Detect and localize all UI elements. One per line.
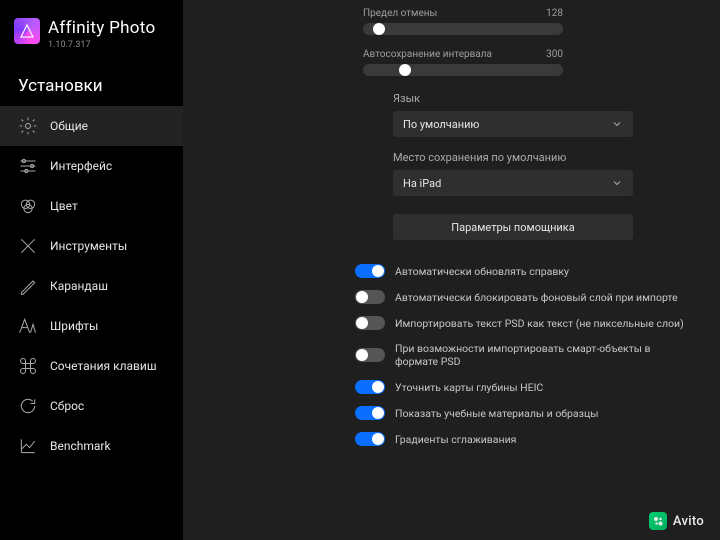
helper-params-button[interactable]: Параметры помощника <box>393 214 633 240</box>
chart-icon <box>18 436 38 456</box>
toggle-label: Уточнить карты глубины HEIC <box>395 381 543 394</box>
watermark: Avito <box>649 512 704 530</box>
sidebar-item-label: Интерфейс <box>50 159 112 173</box>
sidebar-item-label: Сброс <box>50 399 84 413</box>
toggles-list: Автоматически обновлять справку Автомати… <box>355 264 690 446</box>
toggle-import-psd-text[interactable]: Импортировать текст PSD как текст (не пи… <box>355 316 690 330</box>
sidebar-item-color[interactable]: Цвет <box>0 186 183 226</box>
sidebar-item-label: Benchmark <box>50 439 111 453</box>
venn-icon <box>18 196 38 216</box>
sidebar-item-interface[interactable]: Интерфейс <box>0 146 183 186</box>
switch-icon[interactable] <box>355 406 385 420</box>
switch-icon[interactable] <box>355 264 385 278</box>
chevron-down-icon <box>611 118 623 130</box>
tools-icon <box>18 236 38 256</box>
section-title: Установки <box>0 76 183 96</box>
brand-block: Affinity Photo 1.10.7.317 <box>0 18 183 50</box>
slider-value: 300 <box>546 49 563 60</box>
autosave-interval-slider[interactable] <box>363 64 563 76</box>
fonts-icon <box>18 316 38 336</box>
select-value: По умолчанию <box>403 118 479 131</box>
language-select[interactable]: По умолчанию <box>393 111 633 137</box>
switch-icon[interactable] <box>355 432 385 446</box>
autosave-interval-row: Автосохранение интервала 300 <box>363 49 690 76</box>
undo-limit-slider[interactable] <box>363 23 563 35</box>
save-location-select[interactable]: На iPad <box>393 170 633 196</box>
switch-icon[interactable] <box>355 290 385 304</box>
app-version: 1.10.7.317 <box>48 40 155 50</box>
sidebar-item-tools[interactable]: Инструменты <box>0 226 183 266</box>
toggle-smooth-gradients[interactable]: Градиенты сглаживания <box>355 432 690 446</box>
toggle-label: При возможности импортировать смарт-объе… <box>395 342 690 368</box>
sidebar-nav: Общие Интерфейс Цвет Инструменты Каранда… <box>0 106 183 466</box>
avito-logo-icon <box>649 512 667 530</box>
sidebar-item-benchmark[interactable]: Benchmark <box>0 426 183 466</box>
slider-value: 128 <box>546 8 563 19</box>
switch-icon[interactable] <box>355 348 385 362</box>
language-label: Язык <box>393 92 690 105</box>
pencil-icon <box>18 276 38 296</box>
sidebar-item-reset[interactable]: Сброс <box>0 386 183 426</box>
slider-label: Предел отмены <box>363 8 437 19</box>
sidebar-item-label: Шрифты <box>50 319 98 333</box>
refresh-icon <box>18 396 38 416</box>
gear-icon <box>18 116 38 136</box>
chevron-down-icon <box>611 177 623 189</box>
toggle-label: Импортировать текст PSD как текст (не пи… <box>395 317 684 330</box>
switch-icon[interactable] <box>355 380 385 394</box>
sidebar-item-general[interactable]: Общие <box>0 106 183 146</box>
toggle-label: Показать учебные материалы и образцы <box>395 407 598 420</box>
undo-limit-row: Предел отмены 128 <box>363 8 690 35</box>
sidebar-item-label: Карандаш <box>50 279 108 293</box>
brand-text: Affinity Photo 1.10.7.317 <box>48 18 155 50</box>
sliders-icon <box>18 156 38 176</box>
sidebar-item-label: Общие <box>50 119 88 133</box>
sidebar-item-pencil[interactable]: Карандаш <box>0 266 183 306</box>
toggle-heic-depth-maps[interactable]: Уточнить карты глубины HEIC <box>355 380 690 394</box>
sidebar: Affinity Photo 1.10.7.317 Установки Общи… <box>0 0 183 540</box>
app-logo-icon <box>14 18 40 44</box>
sidebar-item-label: Цвет <box>50 199 78 213</box>
toggle-label: Автоматически обновлять справку <box>395 265 569 278</box>
slider-label: Автосохранение интервала <box>363 49 492 60</box>
toggle-lock-background-layer[interactable]: Автоматически блокировать фоновый слой п… <box>355 290 690 304</box>
toggle-label: Градиенты сглаживания <box>395 433 516 446</box>
slider-thumb-icon[interactable] <box>373 23 385 35</box>
slider-thumb-icon[interactable] <box>399 64 411 76</box>
sidebar-item-label: Сочетания клавиш <box>50 359 157 373</box>
save-location-label: Место сохранения по умолчанию <box>393 151 690 164</box>
command-icon <box>18 356 38 376</box>
button-label: Параметры помощника <box>451 221 574 234</box>
switch-icon[interactable] <box>355 316 385 330</box>
app-title: Affinity Photo <box>48 18 155 38</box>
sidebar-item-label: Инструменты <box>50 239 127 253</box>
sidebar-item-fonts[interactable]: Шрифты <box>0 306 183 346</box>
language-block: Язык По умолчанию Место сохранения по ум… <box>393 92 690 196</box>
toggle-label: Автоматически блокировать фоновый слой п… <box>395 291 678 304</box>
main-panel: Предел отмены 128 Автосохранение интерва… <box>183 0 720 540</box>
toggle-import-smart-objects[interactable]: При возможности импортировать смарт-объе… <box>355 342 690 368</box>
select-value: На iPad <box>403 177 441 190</box>
toggle-auto-update-help[interactable]: Автоматически обновлять справку <box>355 264 690 278</box>
watermark-text: Avito <box>673 514 704 529</box>
sidebar-item-shortcuts[interactable]: Сочетания клавиш <box>0 346 183 386</box>
toggle-show-tutorials[interactable]: Показать учебные материалы и образцы <box>355 406 690 420</box>
